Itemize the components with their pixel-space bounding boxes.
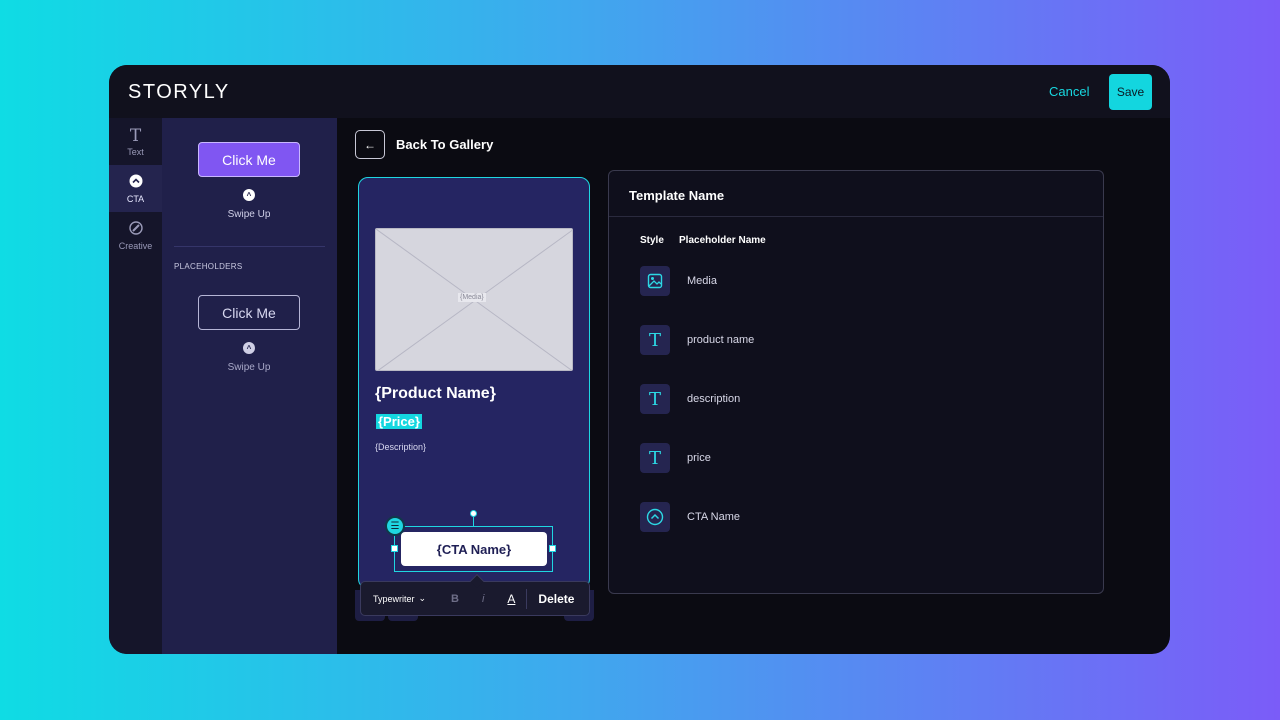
rail-item-label: Creative — [118, 240, 153, 251]
placeholder-row[interactable]: Media — [640, 266, 1080, 296]
storyly-logo: STORYLY — [128, 81, 230, 103]
text-icon: T — [640, 443, 670, 473]
rail-item-label: CTA — [126, 193, 145, 204]
app-window: STORYLY Cancel Save T Text CTA Creative … — [109, 65, 1170, 654]
rail-item-cta[interactable]: CTA — [109, 165, 162, 212]
cta-icon — [129, 174, 143, 192]
font-value: Typewriter — [373, 593, 415, 604]
italic-button[interactable]: i — [482, 593, 484, 605]
rail-item-label: Text — [127, 146, 144, 157]
placeholder-row[interactable]: T product name — [640, 325, 1080, 355]
cta-icon — [640, 502, 670, 532]
text-icon: T — [129, 125, 142, 146]
template-divider — [609, 216, 1103, 217]
tool-rail: T Text CTA Creative — [109, 118, 162, 654]
image-icon — [640, 266, 670, 296]
column-header-style: Style — [640, 235, 664, 246]
back-button[interactable]: ← — [355, 130, 385, 159]
rail-item-text[interactable]: T Text — [109, 118, 162, 165]
placeholder-name: price — [687, 452, 711, 464]
swipe-label: Swipe Up — [227, 362, 271, 373]
placeholder-button-option[interactable]: Click Me — [198, 295, 300, 330]
cta-button-option[interactable]: Click Me — [198, 142, 300, 177]
placeholders-heading: PLACEHOLDERS — [174, 262, 243, 271]
swipe-label: Swipe Up — [227, 209, 271, 220]
product-name-text[interactable]: {Product Name} — [375, 385, 496, 403]
panel-divider — [174, 246, 325, 247]
layers-icon[interactable]: ☰ — [385, 516, 405, 536]
resize-handle-left[interactable] — [391, 545, 398, 552]
template-name-title[interactable]: Template Name — [629, 188, 724, 203]
swipe-up-option[interactable]: ^ Swipe Up — [199, 189, 299, 220]
placeholder-row[interactable]: T description — [640, 384, 1080, 414]
placeholder-name: Media — [687, 275, 717, 287]
price-text[interactable]: {Price} — [376, 414, 422, 429]
cta-name-button[interactable]: {CTA Name} — [401, 532, 547, 566]
story-canvas: {Media} {Product Name} {Price} {Descript… — [358, 177, 590, 589]
toolbar-divider — [526, 588, 528, 609]
text-icon: T — [640, 325, 670, 355]
placeholder-row[interactable]: T price — [640, 443, 1080, 473]
save-button[interactable]: Save — [1109, 74, 1152, 110]
cta-panel: Click Me ^ Swipe Up PLACEHOLDERS Click M… — [162, 118, 337, 654]
placeholder-swipe-option[interactable]: ^ Swipe Up — [199, 342, 299, 373]
placeholder-name: product name — [687, 334, 755, 346]
delete-button[interactable]: Delete — [538, 592, 574, 606]
cancel-button[interactable]: Cancel — [1049, 84, 1089, 99]
chevron-up-icon: ^ — [243, 189, 255, 201]
media-tag: {Media} — [458, 293, 486, 302]
column-header-placeholder-name: Placeholder Name — [679, 235, 766, 246]
bold-button[interactable]: B — [451, 593, 459, 605]
placeholder-name: CTA Name — [687, 511, 740, 523]
text-toolbar: Typewriter ⌄ B i A Delete — [360, 573, 590, 616]
arrow-left-icon: ← — [364, 137, 376, 152]
creative-icon — [128, 220, 143, 239]
rotate-handle[interactable] — [470, 510, 477, 517]
rail-item-creative[interactable]: Creative — [109, 212, 162, 259]
text-icon: T — [640, 384, 670, 414]
resize-handle-right[interactable] — [549, 545, 556, 552]
template-card: Template Name Style Placeholder Name Med… — [608, 170, 1104, 594]
top-bar: STORYLY Cancel Save — [109, 65, 1170, 118]
description-text[interactable]: {Description} — [375, 442, 426, 452]
text-color-button[interactable]: A — [507, 592, 515, 606]
chevron-down-icon: ⌄ — [418, 593, 427, 603]
placeholder-name: description — [687, 393, 741, 405]
placeholder-row[interactable]: CTA Name — [640, 502, 1080, 532]
media-placeholder[interactable]: {Media} — [375, 228, 573, 371]
chevron-up-icon: ^ — [243, 342, 255, 354]
font-select[interactable]: Typewriter ⌄ — [373, 593, 431, 604]
back-to-gallery-label[interactable]: Back To Gallery — [396, 137, 493, 152]
